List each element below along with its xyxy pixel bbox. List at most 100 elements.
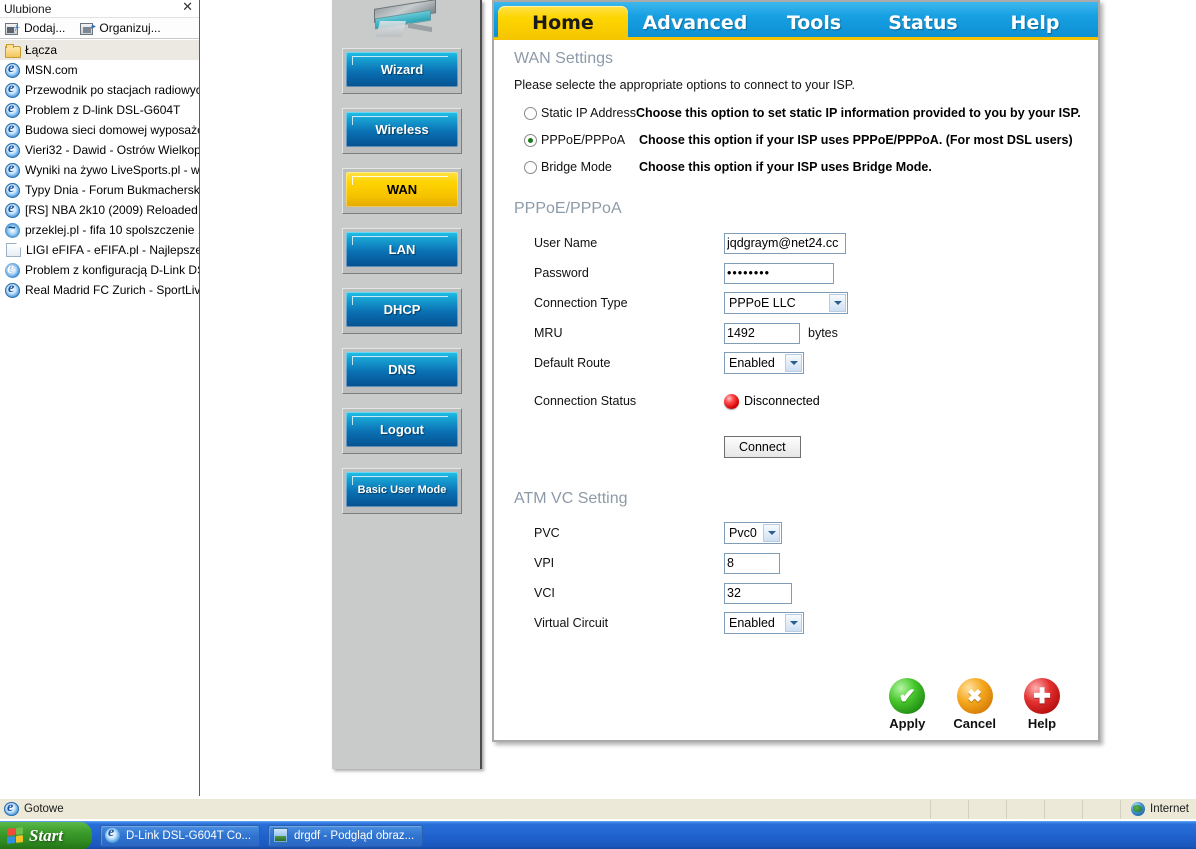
username-input[interactable] — [724, 232, 846, 254]
menu-button-basic-user-mode[interactable]: Basic User Mode — [342, 468, 462, 514]
menu-button-label: WAN — [346, 172, 458, 207]
favorites-item-label: Problem z D-link DSL-G604T — [25, 103, 181, 117]
wan-option-bridge[interactable]: Bridge Mode Choose this option if your I… — [524, 160, 1098, 174]
password-input[interactable] — [724, 262, 834, 284]
tab-help[interactable]: Help — [980, 6, 1090, 40]
tab-home[interactable]: Home — [498, 6, 628, 40]
favorites-list-item[interactable]: Real Madrid FC Zurich - SportLive... — [0, 280, 199, 300]
connect-button[interactable]: Connect — [724, 436, 801, 458]
menu-button-label: LAN — [346, 232, 458, 267]
favorites-list: Łącza MSN.com Przewodnik po stacjach radio… — [0, 39, 199, 300]
menu-button-lan[interactable]: LAN — [342, 228, 462, 274]
pppoe-radio[interactable] — [524, 133, 537, 147]
wan-settings-title: WAN Settings — [514, 50, 613, 67]
taskbar-item-label: D-Link DSL-G604T Co... — [126, 829, 252, 842]
favorites-list-item[interactable]: MSN.com — [0, 60, 199, 80]
favorites-item-label: Typy Dnia - Forum Bukmacherskie — [25, 183, 199, 197]
menu-button-label: Basic User Mode — [346, 472, 458, 507]
menu-button-dhcp[interactable]: DHCP — [342, 288, 462, 334]
favorites-item-label: Vieri32 - Dawid - Ostrów Wielkop... — [25, 143, 199, 157]
status-bar-message-zone: Gotowe — [0, 800, 930, 816]
connection-type-select[interactable]: PPPoE LLC — [724, 292, 848, 314]
chevron-down-icon — [785, 614, 802, 632]
ie-icon — [5, 101, 20, 118]
browser-status-bar: Gotowe Internet — [0, 798, 1196, 819]
vpi-input[interactable] — [724, 552, 780, 574]
menu-button-label: Wizard — [346, 52, 458, 87]
router-tab-bar: Home Advanced Tools Status Help — [494, 2, 1098, 40]
vpi-row: VPI — [534, 548, 1098, 578]
pvc-row: PVC Pvc0 — [534, 518, 1098, 548]
default-route-label: Default Route — [534, 356, 611, 370]
favorites-list-item[interactable]: Budowa sieci domowej wyposażo... — [0, 120, 199, 140]
favorites-list-item[interactable]: Problem z D-link DSL-G604T — [0, 100, 199, 120]
favorites-title: Ulubione — [4, 2, 52, 16]
tab-status[interactable]: Status — [868, 6, 978, 40]
username-label: User Name — [534, 236, 598, 250]
windows-logo-icon — [7, 827, 23, 844]
status-bar-cell — [930, 799, 968, 819]
chevron-down-icon — [785, 354, 802, 372]
favorites-item-label: Wyniki na żywo LiveSports.pl - w... — [25, 163, 199, 177]
vci-input[interactable] — [724, 582, 792, 604]
add-favorite-button[interactable]: ＋ Dodaj... — [4, 21, 65, 36]
pvc-select[interactable]: Pvc0 — [724, 522, 782, 544]
menu-button-label: Wireless — [346, 112, 458, 147]
status-bar-text: Gotowe — [24, 803, 64, 815]
menu-button-wizard[interactable]: Wizard — [342, 48, 462, 94]
default-route-select[interactable]: Enabled — [724, 352, 804, 374]
connection-type-label: Connection Type — [534, 296, 628, 310]
check-icon — [889, 678, 926, 714]
favorites-list-item[interactable]: Typy Dnia - Forum Bukmacherskie — [0, 180, 199, 200]
menu-button-wan[interactable]: WAN — [342, 168, 462, 214]
start-label: Start — [29, 825, 64, 845]
connection-status-value: Disconnected — [744, 394, 820, 408]
static-ip-radio[interactable] — [524, 106, 537, 120]
favorites-list-item[interactable]: przeklej.pl - fifa 10 spolszczenie ... — [0, 220, 199, 240]
ie-icon — [5, 201, 20, 218]
favorites-header: Ulubione ✕ — [0, 0, 199, 17]
favorites-item-label: Budowa sieci domowej wyposażo... — [25, 123, 199, 137]
favorites-list-item[interactable]: Vieri32 - Dawid - Ostrów Wielkop... — [0, 140, 199, 160]
help-button[interactable]: Help — [1024, 678, 1060, 731]
password-label: Password — [534, 266, 589, 280]
security-zone-indicator[interactable]: Internet — [1120, 799, 1189, 819]
cancel-button[interactable]: Cancel — [953, 678, 996, 731]
favorites-list-item[interactable]: Łącza — [0, 40, 199, 60]
favorites-list-item[interactable]: [RS] NBA 2k10 (2009) Reloaded ... — [0, 200, 199, 220]
security-zone-label: Internet — [1150, 803, 1189, 815]
username-row: User Name — [534, 228, 1098, 258]
pppoe-description: Choose this option if your ISP uses PPPo… — [639, 133, 1073, 147]
close-icon[interactable]: ✕ — [182, 0, 193, 14]
taskbar-item[interactable]: drgdf - Podgląd obraz... — [268, 824, 424, 847]
menu-button-dns[interactable]: DNS — [342, 348, 462, 394]
start-button[interactable]: Start — [0, 821, 92, 849]
favorites-list-item[interactable]: Przewodnik po stacjach radiowych — [0, 80, 199, 100]
ie-icon — [4, 800, 19, 816]
pppoe-label: PPPoE/PPPoA — [541, 133, 626, 147]
chevron-down-icon — [763, 524, 780, 542]
menu-button-logout[interactable]: Logout — [342, 408, 462, 454]
favorites-item-label: Real Madrid FC Zurich - SportLive... — [25, 283, 199, 297]
mru-unit: bytes — [808, 326, 838, 340]
connection-type-row: Connection Type PPPoE LLC — [534, 288, 1098, 318]
mru-label: MRU — [534, 326, 563, 340]
bridge-mode-radio[interactable] — [524, 160, 537, 174]
favorites-list-item[interactable]: Wyniki na żywo LiveSports.pl - w... — [0, 160, 199, 180]
wan-option-pppoe[interactable]: PPPoE/PPPoA Choose this option if your I… — [524, 133, 1098, 147]
router-product-image — [358, 0, 454, 40]
wan-option-static-ip[interactable]: Static IP Address Choose this option to … — [524, 106, 1098, 120]
pvc-value: Pvc0 — [729, 526, 757, 540]
favorites-item-label: Problem z konfiguracją D-Link DS... — [25, 263, 199, 277]
chevron-down-icon — [829, 294, 846, 312]
virtual-circuit-select[interactable]: Enabled — [724, 612, 804, 634]
mru-input[interactable] — [724, 322, 800, 344]
taskbar-item[interactable]: D-Link DSL-G604T Co... — [100, 824, 260, 847]
menu-button-wireless[interactable]: Wireless — [342, 108, 462, 154]
organize-favorites-button[interactable]: ▸ Organizuj... — [79, 21, 161, 36]
tab-advanced[interactable]: Advanced — [630, 6, 760, 40]
favorites-list-item[interactable]: Problem z konfiguracją D-Link DS... — [0, 260, 199, 280]
favorites-list-item[interactable]: LIGI eFIFA - eFIFA.pl - Najlepsze... — [0, 240, 199, 260]
apply-button[interactable]: Apply — [889, 678, 925, 731]
tab-tools[interactable]: Tools — [762, 6, 866, 40]
